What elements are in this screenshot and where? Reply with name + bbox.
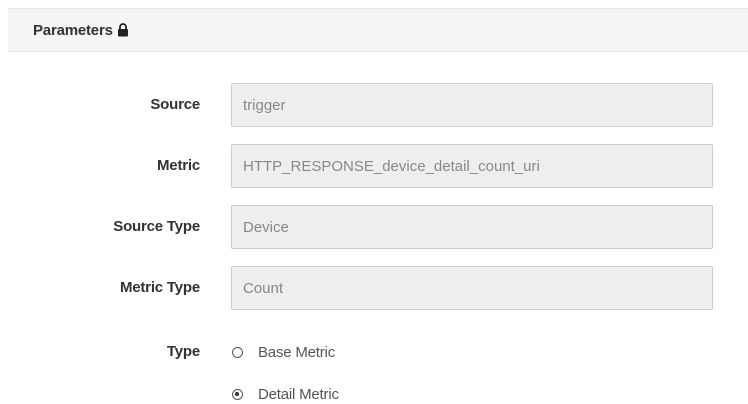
metric-type-row: Metric Type [0,266,748,310]
type-label: Type [166,343,200,360]
detail-metric-radio[interactable]: Detail Metric [232,380,339,404]
detail-metric-label: Detail Metric [258,385,339,403]
detail-metric-row: Detail Metric [0,380,748,404]
lock-icon [117,23,129,37]
metric-type-label: Metric Type [119,279,200,296]
panel-header: Parameters [8,8,748,52]
source-row: Source [0,83,748,127]
source-input[interactable] [231,83,713,127]
base-metric-label: Base Metric [258,343,335,361]
metric-input[interactable] [231,144,713,188]
metric-row: Metric [0,144,748,188]
metric-type-input[interactable] [231,266,713,310]
panel-title: Parameters [33,21,113,39]
source-type-row: Source Type [0,205,748,249]
source-type-label: Source Type [113,218,200,235]
type-row: Type Base Metric [0,338,748,366]
metric-label: Metric [157,157,200,174]
parameters-panel: Parameters Source Metric Source Type Met… [0,0,748,404]
base-metric-radio[interactable]: Base Metric [232,338,335,366]
source-label: Source [150,96,200,113]
radio-checked-icon[interactable] [232,388,243,400]
radio-unchecked-icon[interactable] [232,346,243,358]
source-type-input[interactable] [231,205,713,249]
